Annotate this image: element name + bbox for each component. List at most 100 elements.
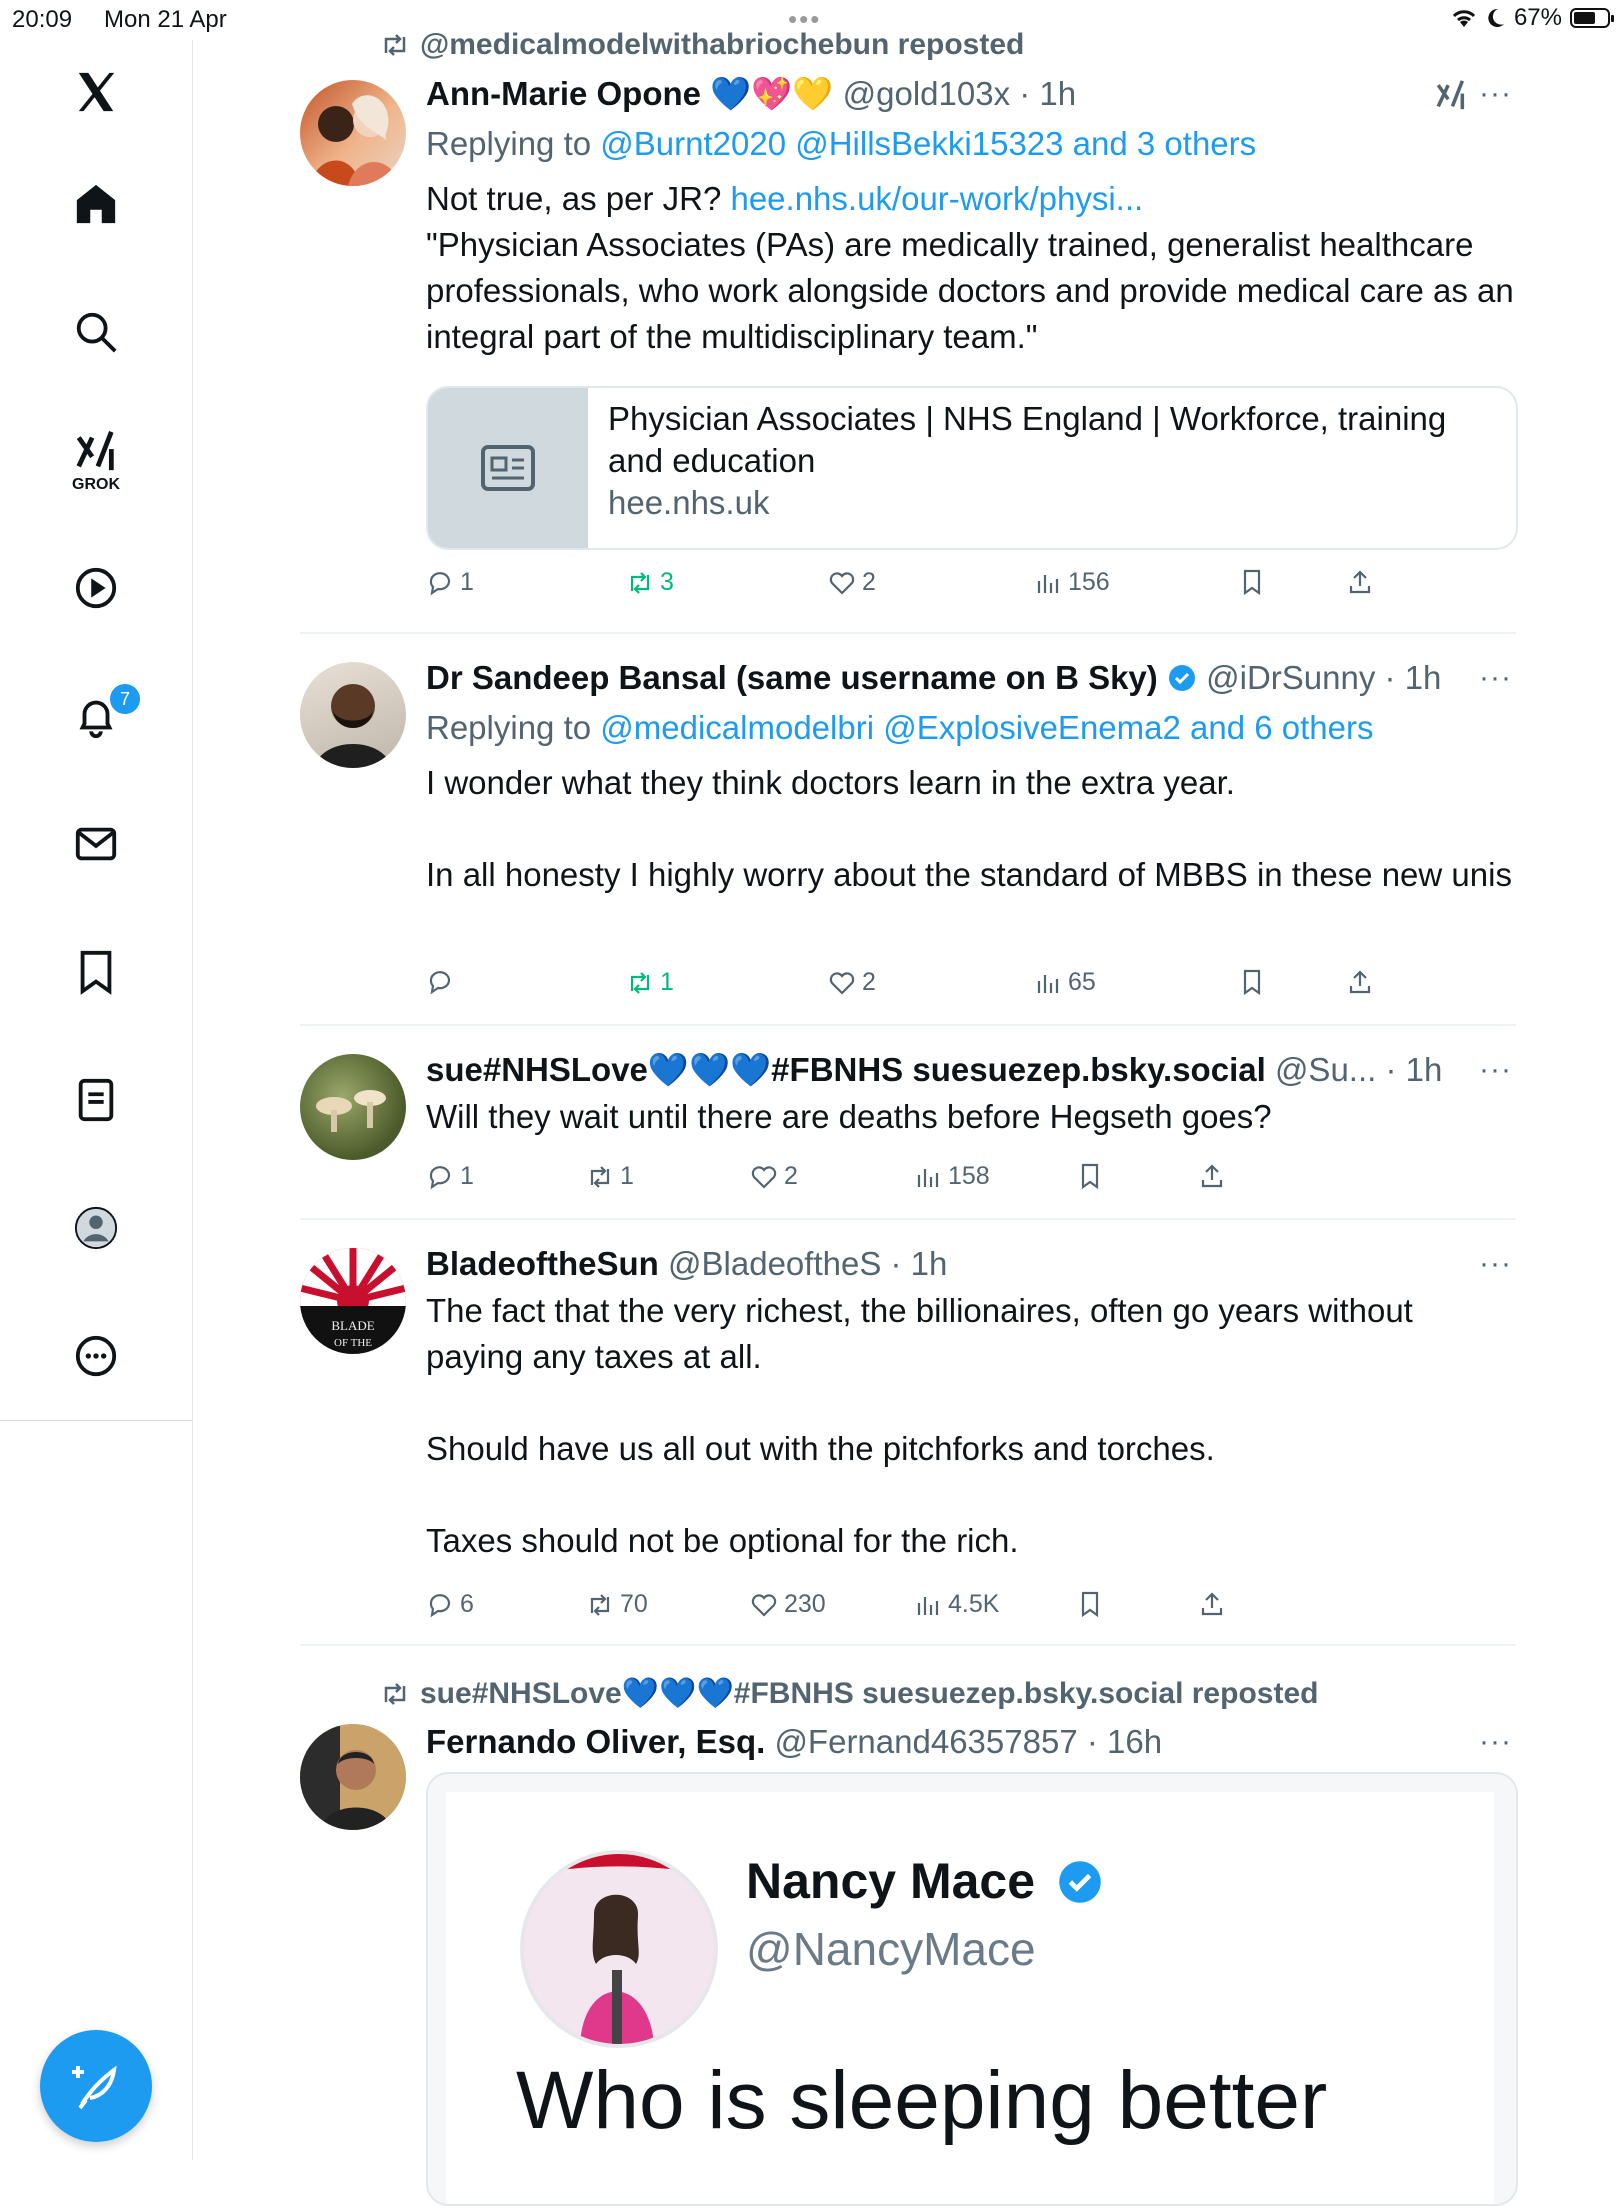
repost-icon: [630, 971, 650, 994]
repost-by[interactable]: @medicalmodelwithabriochebun reposted: [420, 28, 1024, 62]
like-count: 2: [862, 568, 876, 596]
views-button[interactable]: 4.5K: [914, 1590, 999, 1619]
tweet-text: The fact that the very richest, the bill…: [426, 1288, 1516, 1564]
repost-button[interactable]: 1: [626, 968, 674, 997]
bookmark-button[interactable]: [1076, 1162, 1104, 1190]
reply-mentions[interactable]: @Burnt2020 @HillsBekki15323 and 3 others: [600, 125, 1256, 162]
repost-icon: [630, 571, 650, 594]
views-count: 4.5K: [948, 1590, 1000, 1618]
heart-icon: [829, 971, 855, 995]
more-icon[interactable]: [56, 1316, 136, 1396]
play-icon[interactable]: [56, 548, 136, 628]
tweet-time[interactable]: 16h: [1107, 1723, 1162, 1760]
repost-by[interactable]: sue#NHSLove💙💙💙#FBNHS suesuezep.bsky.soci…: [420, 1676, 1318, 1711]
author-name[interactable]: BladeoftheSun: [426, 1245, 659, 1282]
author-handle[interactable]: @Su...: [1275, 1051, 1376, 1088]
share-button[interactable]: [1346, 568, 1374, 596]
reply-mentions[interactable]: @medicalmodelbri @ExplosiveEnema2 and 6 …: [600, 709, 1373, 746]
article-icon: [428, 388, 588, 548]
avatar[interactable]: BLADE OF THE: [300, 1248, 406, 1354]
avatar[interactable]: [300, 80, 406, 186]
grok-icon[interactable]: GROK: [56, 420, 136, 540]
avatar[interactable]: [300, 662, 406, 768]
views-count: 156: [1068, 568, 1110, 596]
home-icon[interactable]: [56, 164, 136, 244]
x-logo-icon[interactable]: [56, 52, 136, 132]
reply-prefix: Replying to: [426, 709, 601, 746]
tweet[interactable]: Fernando Oliver, Esq. @Fernand46357857 ·…: [300, 1722, 1518, 2206]
status-date: Mon 21 Apr: [104, 6, 227, 33]
more-options-icon[interactable]: ···: [1479, 1244, 1512, 1284]
like-button[interactable]: 2: [750, 1162, 798, 1191]
compose-button[interactable]: [40, 2030, 152, 2142]
mail-icon[interactable]: [56, 804, 136, 884]
tweet[interactable]: Dr Sandeep Bansal (same username on B Sk…: [300, 658, 1516, 1024]
bookmark-button[interactable]: [1076, 1590, 1104, 1618]
repost-button[interactable]: 70: [586, 1590, 648, 1619]
share-button[interactable]: [1198, 1162, 1226, 1190]
search-icon[interactable]: [56, 292, 136, 372]
more-options-icon[interactable]: ···: [1479, 1050, 1512, 1090]
author-name[interactable]: sue#NHSLove💙💙💙#FBNHS suesuezep.bsky.soci…: [426, 1051, 1266, 1088]
author-handle[interactable]: @gold103x: [843, 75, 1010, 112]
bookmark-icon[interactable]: [56, 932, 136, 1012]
tweet-text: I wonder what they think doctors learn i…: [426, 760, 1516, 898]
views-button[interactable]: 158: [914, 1162, 990, 1191]
tweet-time[interactable]: 1h: [1039, 75, 1076, 112]
reply-button[interactable]: 1: [426, 568, 474, 597]
bell-icon[interactable]: 7: [56, 676, 142, 756]
views-count: 65: [1068, 968, 1096, 996]
card-domain: hee.nhs.uk: [608, 484, 770, 521]
tweet-header: Fernando Oliver, Esq. @Fernand46357857 ·…: [426, 1722, 1512, 1762]
views-button[interactable]: 65: [1034, 968, 1096, 997]
tweet-header: BladeoftheSun @BladeoftheS · 1h ···: [426, 1244, 1512, 1284]
list-icon[interactable]: [56, 1060, 136, 1140]
reply-button[interactable]: 6: [426, 1590, 474, 1619]
reply-button[interactable]: [426, 968, 454, 996]
author-handle[interactable]: @Fernand46357857: [774, 1723, 1077, 1760]
tweet-text: Not true, as per JR? hee.nhs.uk/our-work…: [426, 176, 1516, 360]
repost-button[interactable]: 3: [626, 568, 674, 597]
more-options-icon[interactable]: ···: [1479, 658, 1512, 698]
share-button[interactable]: [1198, 1590, 1226, 1618]
card-title: Physician Associates | NHS England | Wor…: [608, 400, 1447, 479]
reply-prefix: Replying to: [426, 125, 601, 162]
reply-button[interactable]: 1: [426, 1162, 474, 1191]
reply-count: 6: [460, 1590, 474, 1618]
tweet[interactable]: BLADE OF THE BladeoftheSun @BladeoftheS ·…: [300, 1244, 1516, 1644]
repost-button[interactable]: 1: [586, 1162, 634, 1191]
tweet-media-image[interactable]: Nancy Mace @NancyMace Who is sleeping be…: [426, 1772, 1518, 2206]
like-button[interactable]: 230: [750, 1590, 826, 1619]
bookmark-icon: [1081, 1591, 1099, 1618]
author-name[interactable]: Dr Sandeep Bansal (same username on B Sk…: [426, 659, 1158, 696]
views-button[interactable]: 156: [1034, 568, 1110, 597]
grok-explain-icon[interactable]: [1434, 78, 1468, 121]
avatar[interactable]: [300, 1724, 406, 1830]
tweet[interactable]: Ann-Marie Opone 💙💖💛 @gold103x · 1h ··· R…: [300, 74, 1518, 634]
link-card[interactable]: Physician Associates | NHS England | Wor…: [426, 386, 1518, 550]
tweet-paragraph: In all honesty I highly worry about the …: [426, 856, 1512, 893]
share-icon: [1349, 570, 1371, 594]
like-button[interactable]: 2: [828, 568, 876, 597]
tweet-time[interactable]: 1h: [1406, 1051, 1443, 1088]
bookmark-button[interactable]: [1238, 568, 1266, 596]
bookmark-icon: [1243, 569, 1261, 596]
profile-icon[interactable]: [56, 1188, 136, 1268]
author-name[interactable]: Fernando Oliver, Esq.: [426, 1723, 765, 1760]
author-handle[interactable]: @iDrSunny: [1206, 659, 1375, 696]
bookmark-button[interactable]: [1238, 968, 1266, 996]
tweet-time[interactable]: 1h: [1405, 659, 1442, 696]
author-name[interactable]: Ann-Marie Opone 💙💖💛: [426, 75, 833, 112]
avatar[interactable]: [300, 1054, 406, 1160]
like-button[interactable]: 2: [828, 968, 876, 997]
tweet-time[interactable]: 1h: [911, 1245, 948, 1282]
share-button[interactable]: [1346, 968, 1374, 996]
views-icon: [1037, 574, 1059, 593]
more-options-icon[interactable]: ···: [1479, 74, 1512, 114]
tweet-link[interactable]: hee.nhs.uk/our-work/physi...: [730, 180, 1143, 217]
media-screenshot: Nancy Mace @NancyMace Who is sleeping be…: [446, 1792, 1494, 2204]
author-handle[interactable]: @BladeoftheS: [668, 1245, 881, 1282]
tweet[interactable]: sue#NHSLove💙💙💙#FBNHS suesuezep.bsky.soci…: [300, 1050, 1516, 1220]
more-options-icon[interactable]: ···: [1479, 1722, 1512, 1762]
repost-icon: [384, 34, 406, 56]
